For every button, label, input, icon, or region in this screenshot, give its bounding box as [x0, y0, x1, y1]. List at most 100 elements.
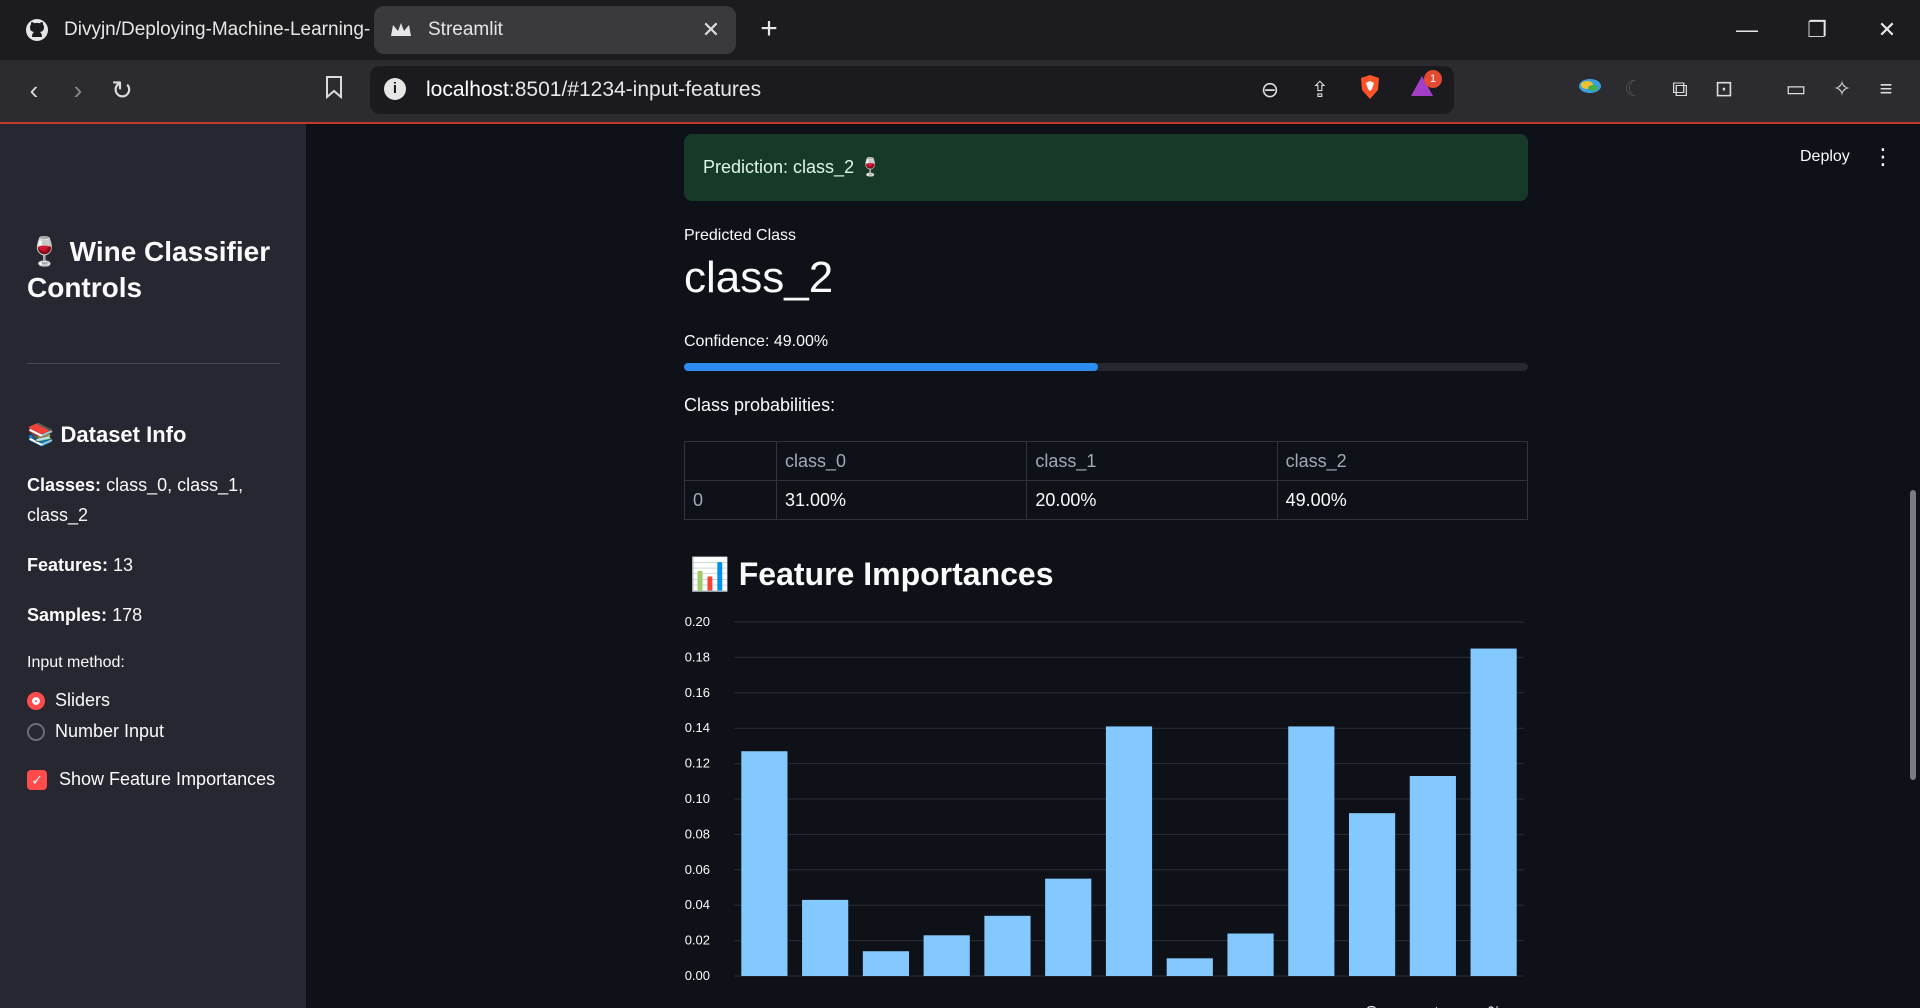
sidebar-divider — [27, 363, 280, 364]
checkbox-label: Show Feature Importances — [59, 769, 276, 789]
bar[interactable] — [923, 935, 970, 976]
bar[interactable] — [1470, 648, 1517, 976]
prediction-text: Prediction: class_2 🍷 — [703, 157, 882, 177]
rewards-badge: 1 — [1424, 70, 1442, 88]
bar[interactable] — [1045, 878, 1092, 976]
minimize-icon[interactable]: — — [1722, 10, 1772, 50]
y-tick-label: 0.00 — [685, 968, 710, 983]
screenshot-icon[interactable]: ⊡ — [1708, 73, 1740, 105]
table-row: 0 31.00% 20.00% 49.00% — [684, 480, 1529, 520]
radio-selected-icon — [27, 691, 45, 710]
prediction-alert: Prediction: class_2 🍷 — [684, 134, 1528, 201]
browser-toolbar: ‹ › ↻ i localhost:8501/#1234-input-featu… — [0, 60, 1920, 124]
url-text: localhost:8501/#1234-input-features — [426, 78, 762, 101]
site-info-icon[interactable]: i — [384, 78, 406, 100]
bar[interactable] — [1105, 726, 1153, 976]
leo-ai-icon[interactable]: ✧ — [1826, 73, 1858, 105]
samples-value: 178 — [112, 605, 143, 625]
forward-icon[interactable]: › — [58, 70, 98, 110]
y-tick-label: 0.12 — [685, 756, 710, 771]
metric-value: class_2 — [684, 253, 834, 302]
y-tick-label: 0.20 — [685, 614, 710, 629]
table-cell[interactable]: 31.00% — [775, 480, 1028, 520]
brave-shields-icon[interactable] — [1354, 74, 1386, 106]
classes-label: Classes: — [27, 475, 102, 495]
samples-label: Samples: — [27, 605, 108, 625]
extensions-puzzle-icon[interactable]: ⧉ — [1664, 73, 1696, 105]
radio-label: Number Input — [55, 721, 165, 741]
restore-icon[interactable]: ❐ — [1792, 10, 1842, 50]
table-header[interactable]: class_0 — [775, 441, 1028, 481]
close-tab-icon[interactable]: ✕ — [696, 17, 726, 43]
wallet-icon[interactable]: ▭ — [1780, 73, 1812, 105]
deploy-button[interactable]: Deploy — [1800, 148, 1850, 166]
bar[interactable] — [862, 951, 910, 976]
dark-mode-icon[interactable]: ☾ — [1618, 73, 1650, 105]
browser-tabbar: Divyjn/Deploying-Machine-Learning- Strea… — [0, 0, 1920, 60]
dataset-info-heading: 📚 Dataset Info — [27, 422, 187, 447]
table-cell[interactable]: 20.00% — [1026, 480, 1278, 520]
tab-github[interactable]: Divyjn/Deploying-Machine-Learning- — [10, 6, 370, 54]
y-tick-label: 0.02 — [685, 933, 710, 948]
address-bar[interactable]: i localhost:8501/#1234-input-features ⊖ … — [370, 66, 1454, 114]
input-method-label: Input method: — [27, 654, 125, 671]
feature-importances-heading: 📊 Feature Importances — [690, 556, 1054, 592]
sidebar-title: 🍷 Wine Classifier Controls — [27, 236, 271, 303]
radio-number-input[interactable]: Number Input — [27, 721, 164, 742]
back-icon[interactable]: ‹ — [14, 70, 54, 110]
tab-title: Streamlit — [428, 19, 503, 40]
features-value: 13 — [113, 555, 134, 575]
radio-sliders[interactable]: Sliders — [27, 690, 110, 711]
bar[interactable] — [741, 751, 788, 976]
samples-info: Samples: 178 — [27, 600, 287, 630]
reload-icon[interactable]: ↻ — [102, 70, 142, 110]
y-tick-label: 0.10 — [685, 791, 710, 806]
sidebar: 🍷 Wine Classifier Controls 📚 Dataset Inf… — [0, 124, 306, 1008]
share-icon[interactable]: ⇪ — [1304, 74, 1336, 106]
y-tick-label: 0.04 — [685, 897, 710, 912]
metric-label: Predicted Class — [684, 227, 797, 244]
checkmark-icon: ✓ — [27, 769, 47, 790]
scrollbar[interactable] — [1910, 490, 1916, 780]
probabilities-table[interactable]: class_0 class_1 class_2 0 31.00% 20.00% … — [684, 441, 1529, 520]
table-header[interactable]: class_2 — [1276, 441, 1529, 481]
bar[interactable] — [1288, 726, 1335, 976]
table-cell[interactable]: 49.00% — [1276, 480, 1529, 520]
main-menu-icon[interactable]: ⋮ — [1872, 144, 1894, 170]
bar[interactable] — [802, 899, 849, 976]
bar[interactable] — [1409, 775, 1456, 976]
y-tick-label: 0.08 — [685, 826, 710, 841]
show-importances-checkbox[interactable]: ✓ Show Feature Importances — [27, 769, 275, 790]
tab-title: Divyjn/Deploying-Machine-Learning- — [64, 19, 370, 40]
row-index: 0 — [684, 480, 777, 520]
streamlit-crown-icon — [388, 17, 414, 43]
bar[interactable] — [1166, 958, 1213, 976]
github-icon — [24, 17, 50, 43]
features-info: Features: 13 — [27, 550, 287, 580]
y-tick-label: 0.06 — [685, 862, 710, 877]
radio-label: Sliders — [55, 690, 111, 710]
feature-importance-chart[interactable]: 0.00 0.02 0.04 0.06 0.08 0.10 0.12 0.14 0.16 0.18… — [684, 610, 1528, 1008]
menu-icon[interactable]: ≡ — [1870, 73, 1902, 105]
features-label: Features: — [27, 555, 109, 575]
y-tick-label: 0.14 — [685, 720, 710, 735]
bar[interactable] — [1227, 933, 1274, 976]
brave-rewards-icon[interactable]: 1 — [1406, 70, 1442, 106]
bar[interactable] — [984, 915, 1031, 976]
probabilities-title: Class probabilities: — [684, 395, 836, 415]
classes-info: Classes: class_0, class_1, class_2 — [27, 470, 287, 530]
confidence-text: Confidence: 49.00% — [684, 333, 829, 350]
table-header-row: class_0 class_1 class_2 — [684, 441, 1529, 481]
close-window-icon[interactable]: ✕ — [1862, 10, 1912, 50]
bookmark-icon[interactable] — [314, 70, 354, 110]
new-tab-button[interactable]: + — [754, 12, 784, 46]
extension-colorful-icon[interactable] — [1574, 73, 1606, 105]
table-header — [684, 441, 777, 481]
confidence-progress-bar — [684, 363, 1528, 371]
y-tick-label: 0.16 — [685, 685, 710, 700]
table-header[interactable]: class_1 — [1026, 441, 1278, 481]
radio-unselected-icon — [27, 722, 45, 741]
zoom-out-icon[interactable]: ⊖ — [1254, 74, 1286, 106]
tab-streamlit[interactable]: Streamlit ✕ — [374, 6, 736, 54]
bar[interactable] — [1348, 813, 1396, 976]
